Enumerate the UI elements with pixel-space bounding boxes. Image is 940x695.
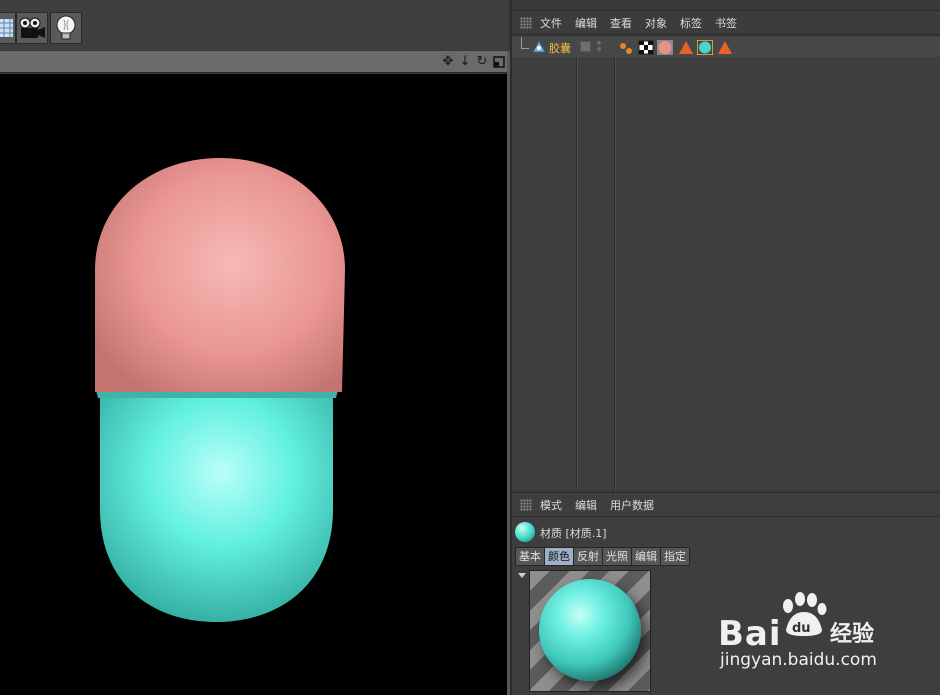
texture-checker-icon[interactable] xyxy=(638,40,654,55)
light-tool-button[interactable] xyxy=(50,12,82,44)
baidu-paw-logo: du xyxy=(783,592,827,636)
menu-tags[interactable]: 标签 xyxy=(680,15,702,31)
maximize-icon[interactable] xyxy=(492,54,506,69)
tree-line xyxy=(521,37,529,49)
warning-tag-icon-2[interactable] xyxy=(717,40,733,55)
light-bulb-icon xyxy=(56,15,76,40)
column-separator xyxy=(615,37,616,491)
warning-tag-icon[interactable] xyxy=(678,40,694,55)
attribute-tabs: 基本 颜色 反射 光照 编辑 指定 xyxy=(515,547,690,566)
menu-view[interactable]: 查看 xyxy=(610,15,632,31)
material-swatch-icon xyxy=(515,522,535,542)
visibility-dots[interactable] xyxy=(597,41,601,53)
top-toolbar xyxy=(0,0,508,50)
tab-illumination[interactable]: 光照 xyxy=(602,547,632,566)
camera-icon xyxy=(19,17,45,38)
tab-basic[interactable]: 基本 xyxy=(515,547,545,566)
watermark-cn: 经验 xyxy=(830,622,875,647)
capsule-top xyxy=(95,158,345,392)
watermark-url: jingyan.baidu.com xyxy=(720,650,877,670)
baidu-jingyan-watermark: du Bai 经验 jingyan.baidu.com xyxy=(718,590,898,680)
material-title: 材质 [材质.1] xyxy=(540,527,607,540)
tab-reflection[interactable]: 反射 xyxy=(573,547,603,566)
menu-edit[interactable]: 编辑 xyxy=(575,15,597,31)
material-title-row: 材质 [材质.1] xyxy=(512,520,940,544)
material-tag-cyan-icon[interactable] xyxy=(697,40,713,55)
grid-tool-button[interactable] xyxy=(0,12,16,44)
tab-assign[interactable]: 指定 xyxy=(660,547,690,566)
capsule-render xyxy=(95,158,345,622)
capsule-bottom xyxy=(100,392,333,622)
watermark-brand: Bai xyxy=(718,614,782,654)
rotate-icon[interactable]: ↻ xyxy=(475,54,489,69)
object-manager: 文件 编辑 查看 对象 标签 书签 胶囊 xyxy=(512,10,940,491)
collapse-arrow-icon[interactable] xyxy=(518,573,526,578)
object-name[interactable]: 胶囊 xyxy=(549,40,571,56)
menu-file[interactable]: 文件 xyxy=(540,15,562,31)
layer-icon[interactable] xyxy=(580,41,591,52)
null-object-icon xyxy=(532,40,546,53)
3d-viewport[interactable] xyxy=(0,74,507,695)
object-row-capsule[interactable]: 胶囊 xyxy=(512,37,940,57)
grid-icon xyxy=(0,19,13,37)
tab-editor[interactable]: 编辑 xyxy=(631,547,661,566)
material-preview[interactable] xyxy=(529,570,651,692)
object-manager-menubar: 文件 编辑 查看 对象 标签 书签 xyxy=(512,11,940,35)
viewport-header: ✥ ↓ ↻ xyxy=(0,51,508,73)
preview-sphere xyxy=(539,579,641,681)
attribute-manager-menubar: 模式 编辑 用户数据 xyxy=(512,493,940,517)
menu-bookmarks[interactable]: 书签 xyxy=(715,15,737,31)
grip-icon[interactable] xyxy=(520,16,532,29)
material-tag-pink-icon[interactable] xyxy=(657,40,673,55)
arrow-down-icon[interactable]: ↓ xyxy=(458,54,472,69)
menu-edit[interactable]: 编辑 xyxy=(575,497,597,513)
camera-tool-button[interactable] xyxy=(16,12,48,44)
menu-user-data[interactable]: 用户数据 xyxy=(610,497,654,513)
tab-color[interactable]: 颜色 xyxy=(544,547,574,566)
menu-mode[interactable]: 模式 xyxy=(540,497,562,513)
move-icon[interactable]: ✥ xyxy=(441,54,455,69)
column-separator xyxy=(577,37,578,491)
baidu-paw-text: du xyxy=(792,621,811,636)
grip-icon[interactable] xyxy=(520,498,532,511)
phong-tag-icon[interactable] xyxy=(618,40,634,55)
cinema4d-window: ✥ ↓ ↻ 文件 编辑 查看 对象 标签 书签 胶囊 模式 编辑 用户数据 材质… xyxy=(0,0,940,695)
menu-object[interactable]: 对象 xyxy=(645,15,667,31)
